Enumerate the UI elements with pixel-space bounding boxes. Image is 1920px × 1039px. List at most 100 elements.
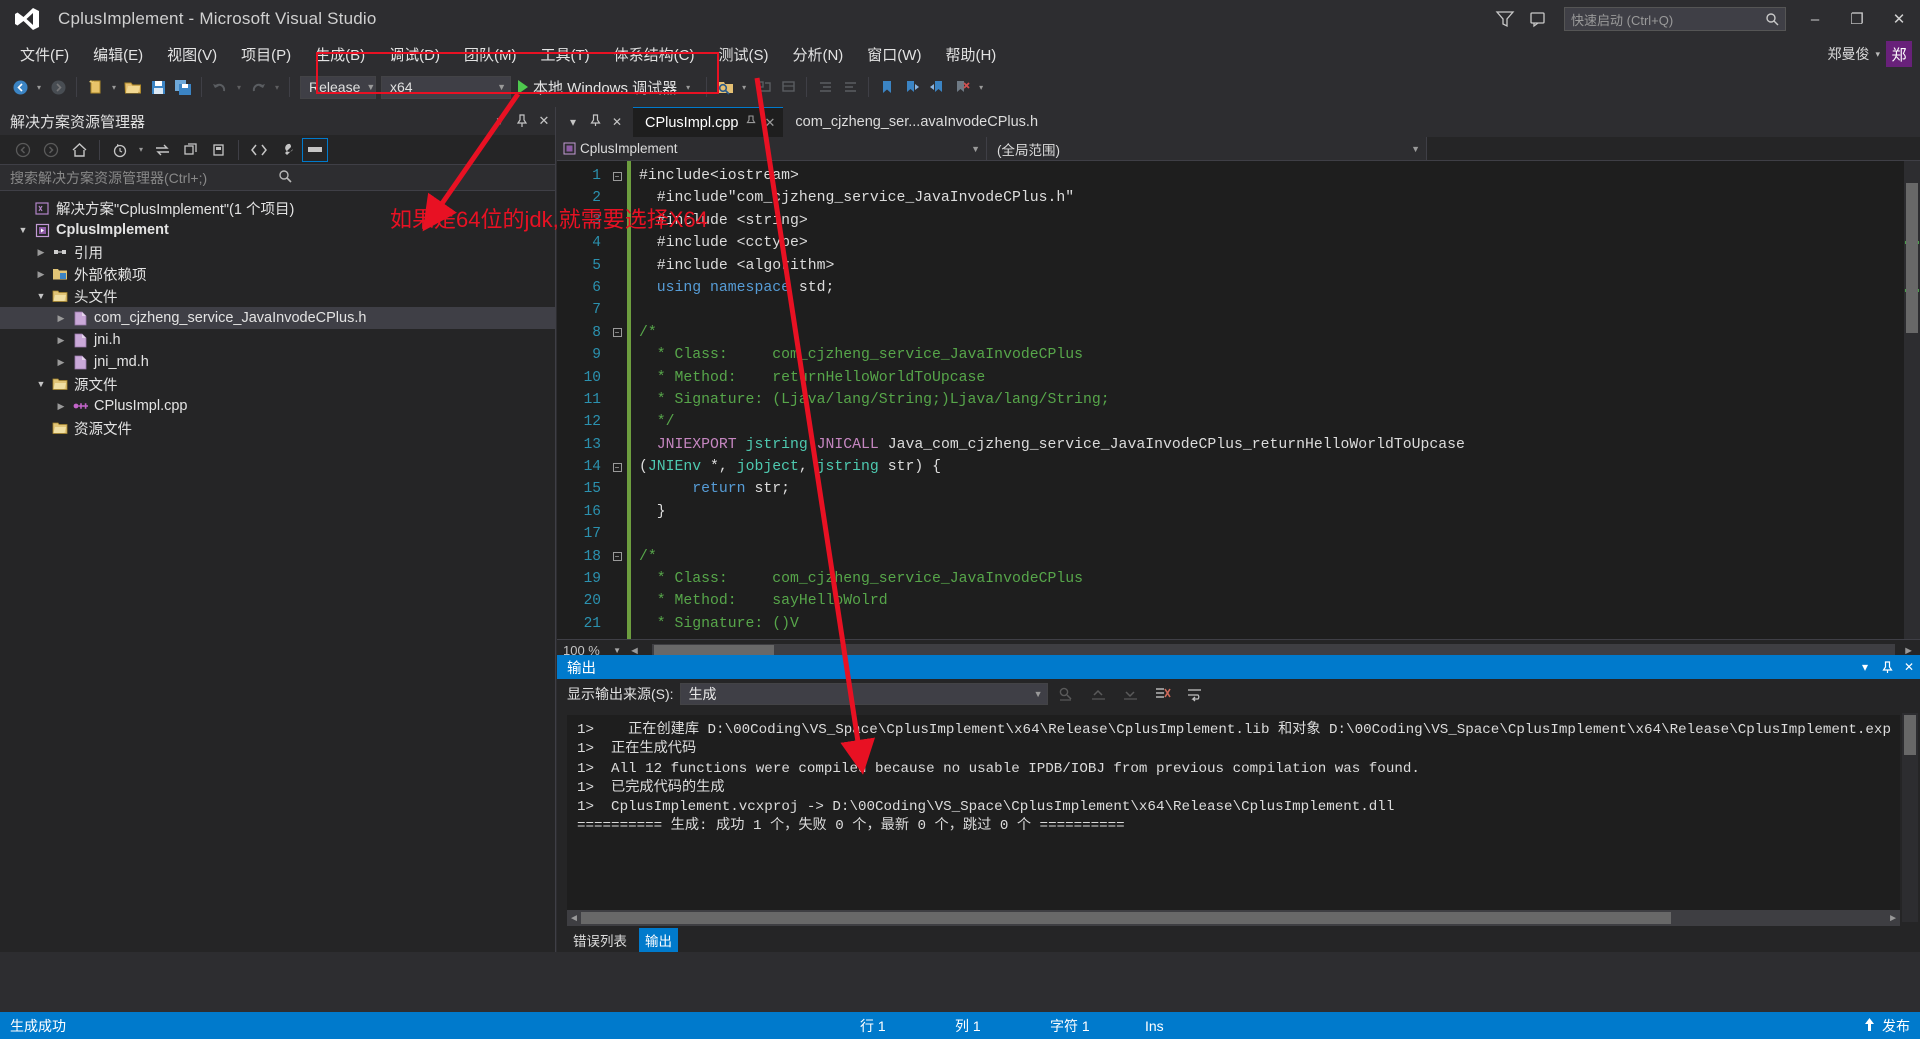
avatar[interactable]: 郑	[1886, 41, 1912, 67]
go-to-next-icon[interactable]	[1118, 682, 1144, 706]
fold-toggle[interactable]: −	[609, 322, 625, 344]
home-icon[interactable]	[66, 138, 92, 162]
fold-toggle[interactable]: −	[609, 165, 625, 187]
collapse-icon[interactable]: −	[612, 462, 622, 472]
code-line[interactable]: */	[639, 411, 1920, 433]
chevron-down-icon[interactable]: ▼	[971, 144, 980, 154]
tree-node-jni-h[interactable]: ▶ jni.h	[0, 329, 555, 351]
expander[interactable]: ▶	[52, 401, 70, 412]
close-button[interactable]: ✕	[1878, 0, 1920, 38]
code-line[interactable]: * Method: returnHelloWorldToUpcase	[639, 367, 1920, 389]
fold-toggle[interactable]	[609, 277, 625, 299]
code-line[interactable]: #include"com_cjzheng_service_JavaInvodeC…	[639, 187, 1920, 209]
solution-explorer-search[interactable]: 搜索解决方案资源管理器(Ctrl+;)	[0, 165, 555, 191]
chevron-down-icon[interactable]: ▼	[1034, 689, 1043, 699]
scrollbar-thumb[interactable]	[1904, 715, 1916, 755]
tree-node-source-files-folder[interactable]: ▼ 源文件	[0, 373, 555, 395]
redo-icon[interactable]	[246, 75, 270, 99]
scroll-left-arrow-icon[interactable]: ◄	[569, 913, 579, 924]
expander[interactable]: ▶	[52, 335, 70, 346]
solution-platform-combo[interactable]: x64 ▼	[381, 75, 511, 99]
fold-toggle[interactable]	[609, 232, 625, 254]
step-over-icon[interactable]	[776, 75, 800, 99]
back-arrow-icon[interactable]	[8, 75, 32, 99]
bookmark-prev-icon[interactable]	[925, 75, 949, 99]
find-dropdown-icon[interactable]: ▾	[738, 83, 750, 92]
fold-toggle[interactable]	[609, 389, 625, 411]
fold-toggle[interactable]	[609, 255, 625, 277]
menu-item-analyze[interactable]: 分析(N)	[780, 40, 855, 69]
fold-toggle[interactable]	[609, 478, 625, 500]
expander[interactable]: ▶	[52, 357, 70, 368]
view-code-icon[interactable]	[246, 138, 272, 162]
tree-node-references[interactable]: ▶ 引用	[0, 241, 555, 263]
code-line[interactable]: * Class: com_cjzheng_service_JavaInvodeC…	[639, 344, 1920, 366]
menu-item-team[interactable]: 团队(M)	[452, 40, 529, 69]
close-icon[interactable]: ✕	[533, 109, 555, 133]
clear-all-icon[interactable]	[1150, 682, 1176, 706]
scrollbar-thumb[interactable]	[581, 912, 1671, 924]
menu-item-file[interactable]: 文件(F)	[8, 40, 81, 69]
preview-pane-icon[interactable]	[302, 137, 328, 162]
tree-node-project[interactable]: ▼ CplusImplement	[0, 219, 555, 241]
search-icon[interactable]	[278, 169, 546, 186]
fold-toggle[interactable]: −	[609, 456, 625, 478]
pending-changes-icon[interactable]	[107, 138, 133, 162]
new-dropdown-icon[interactable]: ▾	[108, 83, 120, 92]
chevron-down-icon[interactable]: ▾	[135, 145, 147, 154]
menu-item-window[interactable]: 窗口(W)	[855, 40, 933, 69]
user-account-area[interactable]: 郑曼俊 ▾ 郑	[1827, 38, 1912, 70]
indent-icon[interactable]	[813, 75, 837, 99]
sync-icon[interactable]	[149, 138, 175, 162]
expander[interactable]: ▼	[32, 379, 50, 389]
forward-arrow-icon[interactable]	[38, 138, 64, 162]
code-line[interactable]: * Signature: ()V	[639, 613, 1920, 635]
chevron-down-icon[interactable]: ▾	[1875, 49, 1880, 60]
code-line[interactable]: }	[639, 501, 1920, 523]
undo-icon[interactable]	[208, 75, 232, 99]
fold-toggle[interactable]	[609, 367, 625, 389]
collapse-icon[interactable]: −	[612, 171, 622, 181]
fold-toggle[interactable]	[609, 590, 625, 612]
go-to-previous-icon[interactable]	[1086, 682, 1112, 706]
code-text[interactable]: #include<iostream> #include"com_cjzheng_…	[631, 161, 1920, 639]
collapse-icon[interactable]: −	[612, 328, 622, 338]
menu-item-debug[interactable]: 调试(D)	[377, 40, 452, 69]
undo-dropdown-icon[interactable]: ▾	[233, 83, 245, 92]
nav-member-combo[interactable]: (全局范围) ▼	[987, 137, 1427, 160]
code-line[interactable]: * Class: com_cjzheng_service_JavaInvodeC…	[639, 568, 1920, 590]
fold-toggle[interactable]	[609, 299, 625, 321]
tree-node-resource-files-folder[interactable]: 资源文件	[0, 417, 555, 439]
status-publish-label[interactable]: 发布	[1882, 1016, 1910, 1036]
code-line[interactable]: using namespace std;	[639, 277, 1920, 299]
output-vertical-scrollbar[interactable]	[1902, 713, 1918, 922]
chevron-down-icon[interactable]: ▼	[360, 82, 375, 92]
code-line[interactable]	[639, 523, 1920, 545]
scroll-right-arrow-icon[interactable]: ►	[1888, 913, 1898, 924]
code-line[interactable]: #include <algorithm>	[639, 255, 1920, 277]
expander[interactable]: ▶	[32, 247, 50, 258]
refresh-icon[interactable]	[177, 138, 203, 162]
menu-item-edit[interactable]: 编辑(E)	[81, 40, 155, 69]
collapse-icon[interactable]: −	[612, 552, 622, 562]
code-line[interactable]: #include <cctype>	[639, 232, 1920, 254]
code-editor[interactable]: 1 2 3 4 5 6 7 8 9 10 11 12 13 14 15 16 17 18 19 20 21 − − − − #…	[557, 161, 1920, 639]
menu-item-project[interactable]: 项目(P)	[229, 40, 303, 69]
output-horizontal-scrollbar[interactable]: ◄ ►	[567, 910, 1900, 926]
editor-vertical-scrollbar[interactable]	[1904, 161, 1920, 639]
tree-node-jni-md-h[interactable]: ▶ jni_md.h	[0, 351, 555, 373]
chevron-down-icon[interactable]: ▾	[563, 115, 583, 129]
collapse-all-icon[interactable]	[205, 138, 231, 162]
code-line[interactable]: #include<iostream>	[639, 165, 1920, 187]
toolbar-overflow-icon[interactable]: ▾	[975, 83, 987, 92]
find-in-files-icon[interactable]	[713, 75, 737, 99]
feedback-icon[interactable]	[1488, 3, 1522, 35]
properties-wrench-icon[interactable]	[274, 138, 300, 162]
menu-item-view[interactable]: 视图(V)	[155, 40, 229, 69]
bookmark-clear-icon[interactable]	[950, 75, 974, 99]
tree-node-external-dependencies[interactable]: ▶ 外部依赖项	[0, 263, 555, 285]
editor-tab-com-cjzheng-header[interactable]: com_cjzheng_ser...avaInvodeCPlus.h	[783, 107, 1047, 137]
code-line[interactable]: (JNIEnv *, jobject, jstring str) {	[639, 456, 1920, 478]
back-dropdown-icon[interactable]: ▾	[33, 83, 45, 92]
chevron-down-icon[interactable]: ▼	[491, 82, 506, 92]
